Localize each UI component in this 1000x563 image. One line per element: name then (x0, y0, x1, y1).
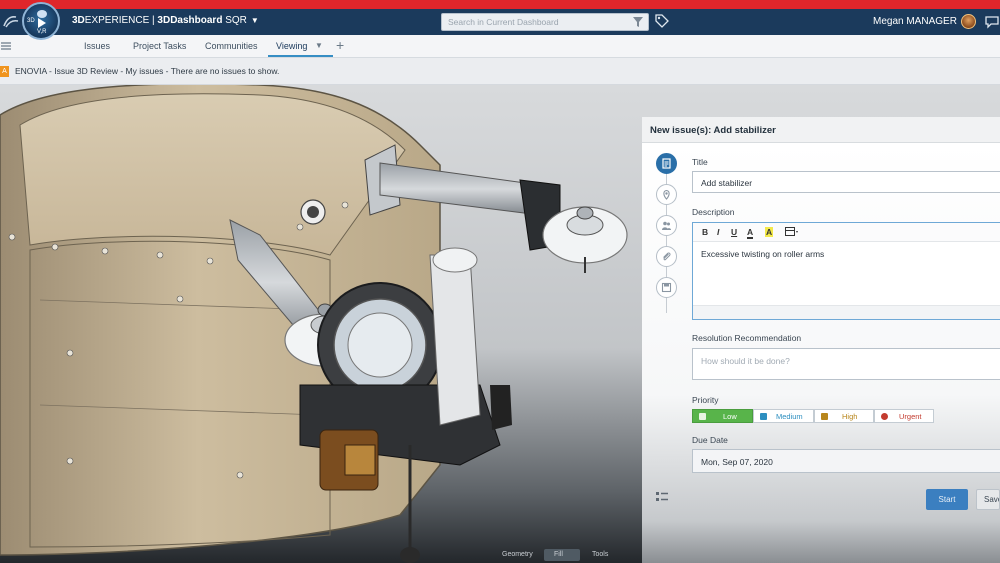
add-tab-icon[interactable]: + (336, 37, 344, 53)
title-value: Add stabilizer (701, 178, 753, 188)
tab-issues[interactable]: Issues (84, 41, 110, 51)
panel-title: New issue(s): Add stabilizer (650, 125, 776, 136)
italic-button[interactable]: I (717, 227, 719, 237)
priority-label: Priority (692, 395, 719, 405)
dashboard-name: 3DDashboard (157, 15, 223, 26)
description-label: Description (692, 207, 735, 217)
list-icon[interactable] (655, 490, 669, 504)
priority-high-label: High (842, 412, 858, 421)
priority-high-button[interactable]: High (814, 409, 874, 423)
priority-low-label: Low (723, 412, 737, 421)
panel-body: Title Add stabilizer Description B I U A… (642, 143, 1000, 563)
priority-high-icon (821, 413, 828, 420)
rich-text-toolbar: B I U A A (693, 223, 1000, 242)
notification-bar: A ENOVIA - Issue 3D Review - My issues -… (0, 58, 1000, 85)
tab-chevron-down-icon[interactable]: ▼ (315, 41, 323, 50)
priority-urgent-button[interactable]: Urgent (874, 409, 934, 423)
viewer-geometry-button[interactable]: Geometry (502, 551, 533, 558)
bold-button[interactable]: B (702, 227, 708, 237)
compass-top (37, 10, 47, 18)
viewer-toolbar: Geometry Fill Tools (500, 549, 630, 563)
priority-urgent-label: Urgent (899, 412, 922, 421)
description-editor[interactable]: B I U A A Excessive twisting on roller a… (692, 222, 1000, 320)
brand-rest: EXPERIENCE | (84, 15, 158, 26)
document-icon (662, 158, 671, 169)
due-date-input[interactable]: Mon, Sep 07, 2020 (692, 449, 1000, 473)
tag-icon[interactable] (655, 14, 669, 28)
resolution-input[interactable]: How should it be done? (692, 348, 1000, 380)
title-input[interactable]: Add stabilizer (692, 171, 1000, 193)
search-input[interactable]: Search in Current Dashboard (441, 13, 649, 31)
tab-project-tasks[interactable]: Project Tasks (133, 41, 186, 51)
top-bar: 3DEXPERIENCE | 3DDashboard SQR ▼ Search i… (0, 9, 1000, 35)
user-name[interactable]: Megan MANAGER (873, 16, 957, 27)
tab-communities[interactable]: Communities (205, 41, 258, 51)
compass-label-vr: V,R (37, 29, 47, 35)
filter-icon[interactable] (632, 16, 644, 28)
save-button[interactable]: Save (976, 489, 1000, 510)
priority-medium-button[interactable]: Medium (753, 409, 814, 423)
resolution-label: Resolution Recommendation (692, 333, 802, 343)
underline-button[interactable]: U (731, 227, 737, 237)
highlight-button[interactable]: A (765, 227, 774, 237)
viewer-fill-button[interactable]: Fill (554, 551, 563, 558)
priority-medium-label: Medium (776, 412, 803, 421)
new-issue-panel: New issue(s): Add stabilizer Title Add s… (642, 117, 1000, 563)
priority-low-button[interactable]: Low (692, 409, 753, 423)
panel-header: New issue(s): Add stabilizer (642, 117, 1000, 143)
compass-icon[interactable]: 3D V,R (22, 2, 60, 40)
active-tab-underline (268, 55, 333, 57)
priority-urgent-icon (881, 413, 888, 420)
step-attachments[interactable] (656, 246, 677, 267)
tab-bar: Issues Project Tasks Communities Viewing… (0, 35, 1000, 58)
description-value: Excessive twisting on roller arms (701, 249, 825, 259)
due-date-label: Due Date (692, 435, 728, 445)
title-label: Title (692, 157, 708, 167)
chevron-down-icon[interactable]: ▼ (251, 16, 259, 25)
menu-icon[interactable] (1, 41, 11, 51)
people-icon (662, 221, 671, 230)
chat-icon[interactable] (984, 15, 1000, 29)
brand-light: 3D (72, 15, 85, 26)
top-red-strip (0, 0, 1000, 9)
compass-play-icon (38, 18, 46, 28)
editor-footer (693, 305, 1000, 319)
step-save[interactable] (656, 277, 677, 298)
start-button[interactable]: Start (926, 489, 968, 510)
save-icon (661, 282, 672, 293)
search-placeholder: Search in Current Dashboard (448, 17, 559, 27)
resolution-placeholder: How should it be done? (701, 356, 790, 366)
app-badge: A (0, 66, 9, 77)
font-color-button[interactable]: A (747, 227, 754, 239)
priority-medium-icon (760, 413, 767, 420)
viewer-tools-button[interactable]: Tools (592, 551, 608, 558)
notification-message: ENOVIA - Issue 3D Review - My issues - T… (15, 66, 280, 76)
tab-viewing[interactable]: Viewing (276, 41, 307, 51)
step-details[interactable] (656, 153, 677, 174)
step-people[interactable] (656, 215, 677, 236)
step-location[interactable] (656, 184, 677, 205)
table-icon[interactable] (785, 227, 799, 237)
3ds-logo-icon[interactable] (2, 14, 20, 30)
priority-low-icon (699, 413, 706, 420)
location-icon (663, 189, 670, 200)
app-title[interactable]: 3DEXPERIENCE | 3DDashboard SQR ▼ (72, 15, 259, 26)
space-name: SQR (225, 15, 247, 26)
attachment-icon (663, 252, 671, 261)
avatar[interactable] (961, 14, 976, 29)
due-date-value: Mon, Sep 07, 2020 (701, 457, 773, 467)
compass-label-3d: 3D (27, 18, 35, 24)
